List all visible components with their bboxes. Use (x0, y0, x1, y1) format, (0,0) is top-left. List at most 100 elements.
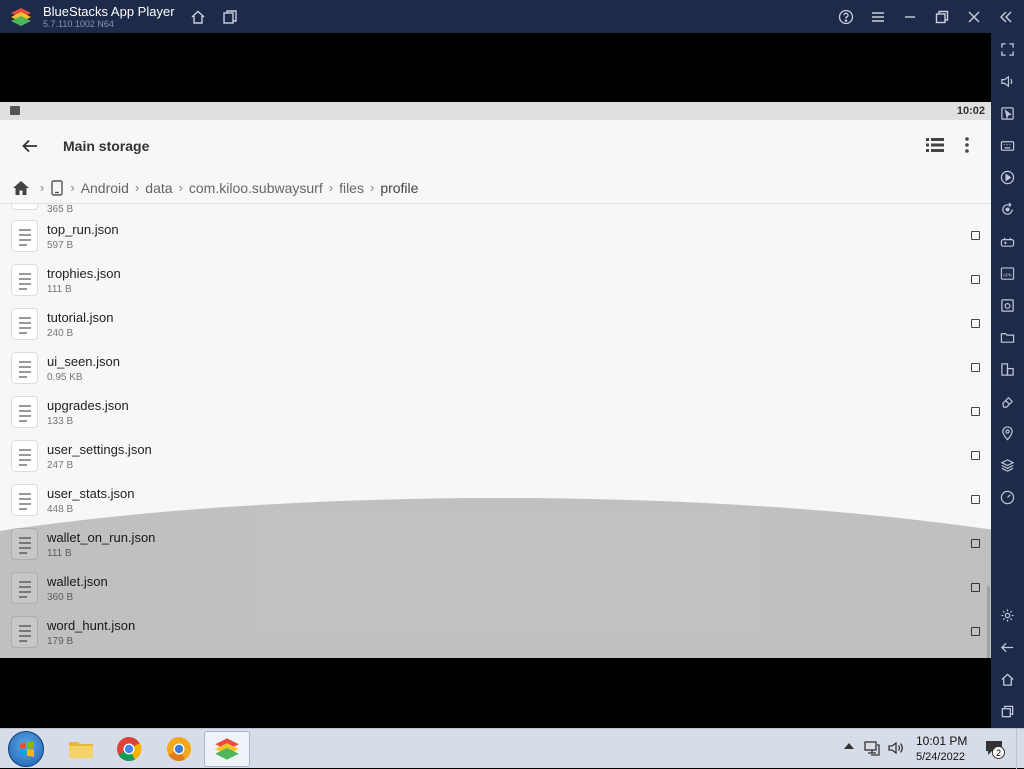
notification-icon (10, 106, 20, 115)
select-checkbox[interactable] (971, 407, 980, 416)
select-checkbox[interactable] (971, 363, 980, 372)
text-file-icon (11, 440, 38, 472)
gamepad-icon (1000, 237, 1015, 247)
close-button[interactable] (963, 6, 985, 28)
restore-button[interactable] (931, 6, 953, 28)
screenshot-button[interactable] (999, 297, 1016, 314)
file-size: 448 B (47, 504, 74, 515)
select-checkbox[interactable] (971, 583, 980, 592)
minimize-button[interactable] (899, 6, 921, 28)
fullscreen-button[interactable] (999, 41, 1016, 58)
status-time: 10:02 (956, 105, 985, 117)
more-vert-icon[interactable] (958, 134, 976, 156)
show-hidden-icons-icon[interactable] (844, 743, 854, 749)
file-size: 597 B (47, 240, 74, 251)
home-icon[interactable] (12, 179, 30, 197)
list-item[interactable]: user_settings.json 247 B (0, 434, 991, 478)
file-name: top_run.json (47, 222, 119, 237)
taskbar-file-explorer[interactable] (58, 731, 104, 767)
select-checkbox[interactable] (971, 451, 980, 460)
location-button[interactable] (999, 425, 1016, 442)
select-checkbox[interactable] (971, 495, 980, 504)
volume-icon (1001, 75, 1013, 88)
list-item[interactable]: trophies.json 111 B (0, 258, 991, 302)
file-size: 0.95 KB (47, 372, 83, 383)
macro-button[interactable] (999, 169, 1016, 186)
collapse-sidebar-button[interactable] (995, 6, 1017, 28)
select-checkbox[interactable] (971, 231, 980, 240)
taskbar-chrome-canary[interactable] (156, 731, 202, 767)
file-name: trophies.json (47, 266, 121, 281)
breadcrumb-profile[interactable]: profile (380, 180, 418, 196)
list-item[interactable]: top_run.json 597 B (0, 214, 991, 258)
list-item[interactable]: tutorial.json 240 B (0, 302, 991, 346)
bluestacks-logo-icon (215, 738, 239, 760)
android-home-button[interactable] (999, 671, 1016, 688)
start-button[interactable] (8, 731, 44, 767)
gear-icon (1001, 609, 1014, 622)
location-pin-icon (1002, 426, 1013, 441)
file-name: upgrades.json (47, 398, 129, 413)
fullscreen-icon (1001, 43, 1014, 56)
install-apk-button[interactable]: APK (999, 265, 1016, 282)
android-recents-button[interactable] (999, 703, 1016, 720)
list-item[interactable]: word_hunt.json 179 B (0, 610, 991, 654)
volume-button[interactable] (999, 73, 1016, 90)
chevron-right-icon: › (70, 180, 75, 195)
select-checkbox[interactable] (971, 539, 980, 548)
list-item[interactable]: user_stats.json 448 B (0, 478, 991, 522)
list-view-icon[interactable] (924, 134, 946, 156)
text-file-icon (11, 616, 38, 648)
media-folder-button[interactable] (999, 329, 1016, 346)
select-checkbox[interactable] (971, 275, 980, 284)
phone-icon[interactable] (50, 179, 64, 196)
menu-button[interactable] (867, 6, 889, 28)
taskbar-bluestacks[interactable] (204, 731, 250, 767)
list-item[interactable]: upgrades.json 133 B (0, 390, 991, 434)
multi-instance-button[interactable] (219, 6, 241, 28)
breadcrumb-data[interactable]: data (145, 180, 172, 196)
windows-taskbar: 10:01 PM 5/24/2022 2 (0, 728, 1024, 769)
chevron-right-icon: › (328, 180, 334, 195)
list-item[interactable]: ui_seen.json 0.95 KB (0, 346, 991, 390)
rotate-button[interactable] (999, 201, 1016, 218)
pointer-button[interactable] (999, 105, 1016, 122)
layers-button[interactable] (999, 457, 1016, 474)
text-file-icon (11, 220, 38, 252)
list-item[interactable]: wallet.json 360 B (0, 566, 991, 610)
back-arrow-icon[interactable] (18, 134, 42, 158)
file-name: wallet_on_run.json (47, 530, 156, 545)
android-back-button[interactable] (999, 639, 1016, 656)
network-icon[interactable] (863, 739, 881, 757)
file-size: 179 B (47, 636, 74, 647)
breadcrumb-files[interactable]: files (339, 180, 364, 196)
game-controls-button[interactable] (999, 233, 1016, 250)
taskbar-chrome[interactable] (106, 731, 152, 767)
speaker-icon[interactable] (887, 739, 905, 757)
app-version: 5.7.110.1002 N64 (43, 19, 114, 29)
text-file-icon (11, 308, 38, 340)
scrollbar[interactable] (987, 586, 990, 658)
keyboard-button[interactable] (999, 137, 1016, 154)
performance-button[interactable] (999, 489, 1016, 506)
breadcrumb-package[interactable]: com.kiloo.subwaysurf (189, 180, 323, 196)
eco-mode-button[interactable] (999, 393, 1016, 410)
home-button[interactable] (187, 6, 209, 28)
select-checkbox[interactable] (971, 319, 980, 328)
file-size: 111 B (47, 284, 72, 295)
breadcrumb-android[interactable]: Android (81, 180, 129, 196)
text-file-icon (11, 352, 38, 384)
show-desktop-button[interactable] (1016, 729, 1024, 769)
settings-button[interactable] (999, 607, 1016, 624)
help-button[interactable] (835, 6, 857, 28)
text-file-icon (11, 572, 38, 604)
list-item[interactable]: wallet_on_run.json 111 B (0, 522, 991, 566)
clock-time[interactable]: 10:01 PM (916, 734, 967, 748)
select-checkbox[interactable] (971, 627, 980, 636)
android-status-bar: 10:02 (0, 102, 991, 120)
keyboard-icon (1000, 141, 1015, 151)
clock-date[interactable]: 5/24/2022 (916, 751, 965, 763)
multi-instance-sync-button[interactable] (999, 361, 1016, 378)
notification-count: 2 (992, 746, 1005, 759)
home-icon (1001, 673, 1014, 686)
